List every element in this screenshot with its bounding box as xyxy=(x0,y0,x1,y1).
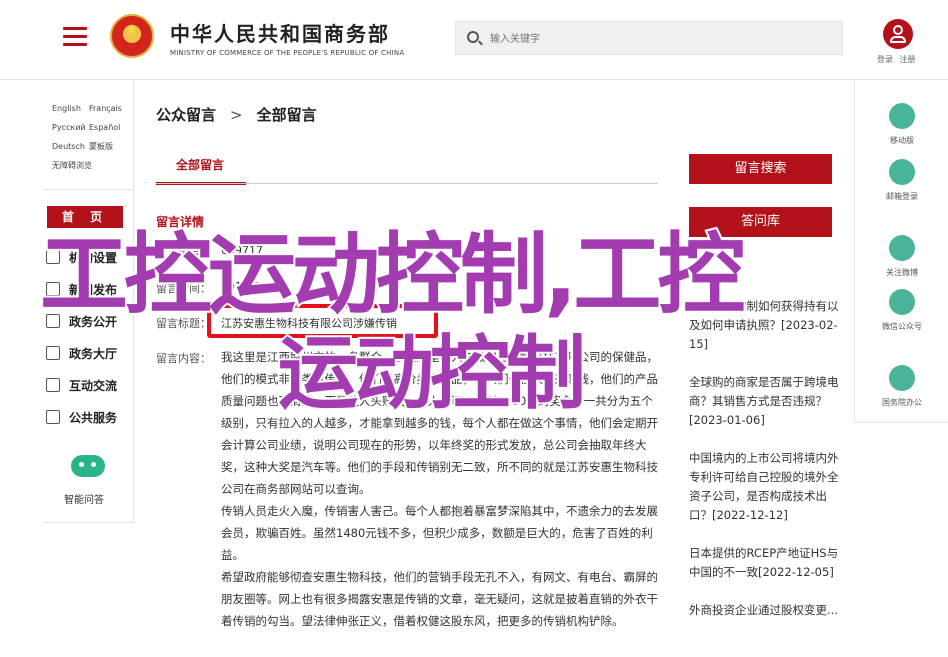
ai-qa-label[interactable]: 智能问答 xyxy=(64,491,104,506)
nav-label: 公共服务 xyxy=(69,410,118,425)
mail-icon xyxy=(889,159,915,185)
nav-label: 政务大厅 xyxy=(69,346,118,361)
lang-mongolian[interactable]: 蒙板版 xyxy=(89,137,126,156)
wechat-icon xyxy=(889,289,915,315)
menu-icon[interactable] xyxy=(63,27,87,47)
accessibility-link[interactable]: 无障碍浏览 xyxy=(52,156,132,175)
tab-divider xyxy=(156,183,658,184)
user-links: 登录 注册 xyxy=(877,54,920,65)
breadcrumb-item[interactable]: 全部留言 xyxy=(257,106,317,124)
wechat-link[interactable]: 微信公众号 xyxy=(882,289,922,332)
lang-french[interactable]: Français xyxy=(89,99,126,118)
far-label: 移动版 xyxy=(890,136,914,145)
right-toolbar: 移动版 邮箱登录 关注微博 微信公众号 国务院办公 xyxy=(854,81,948,423)
divider xyxy=(44,189,134,190)
tab-all-messages[interactable]: 全部留言 xyxy=(156,156,246,185)
chat-icon xyxy=(46,378,60,392)
weibo-link[interactable]: 关注微博 xyxy=(885,235,919,278)
search-input[interactable] xyxy=(490,29,830,49)
nav-label: 互动交流 xyxy=(69,378,118,393)
content-paragraph: 传销人员走火入魔，传销害人害己。每个人都抱着暴富梦深陷其中，不遗余力的去发展会员… xyxy=(221,504,658,562)
search-box[interactable] xyxy=(455,21,843,55)
mail-link[interactable]: 邮箱登录 xyxy=(885,159,919,202)
mobile-icon xyxy=(889,103,915,129)
far-label: 国务院办公 xyxy=(882,398,922,407)
lang-spanish[interactable]: Español xyxy=(89,118,126,137)
login-link[interactable]: 登录 xyxy=(877,55,893,64)
service-icon xyxy=(46,410,60,424)
ministry-name-en: MINISTRY OF COMMERCE OF THE PEOPLE'S REP… xyxy=(170,49,405,57)
watermark-line-2: 运动控制 xyxy=(276,327,588,420)
watermark-line-1: 工控运动控制,工控 xyxy=(38,223,747,326)
mobile-link[interactable]: 移动版 xyxy=(885,103,919,146)
lang-russian[interactable]: Русский xyxy=(52,118,89,137)
ministry-name-cn: 中华人民共和国商务部 xyxy=(170,22,390,46)
nav-item-service[interactable]: 公共服务 xyxy=(46,401,132,433)
search-icon[interactable] xyxy=(467,31,479,43)
faq-list: 工控运动控制如何获得持有以及如何申请执照？[2023-02-15] 全球购的商家… xyxy=(689,297,839,639)
user-icon[interactable] xyxy=(883,19,913,49)
content-paragraph: 希望政府能够彻查安惠生物科技，他们的营销手段无孔不入，有网文、有电台、霸屏的朋友… xyxy=(221,570,658,628)
faq-item[interactable]: 日本提供的RCEP产地证HS与中国的不一致[2022-12-05] xyxy=(689,544,839,582)
hall-icon xyxy=(46,346,60,360)
faq-item[interactable]: 外商投资企业通过股权变更... xyxy=(689,601,839,620)
page: 中华人民共和国商务部 MINISTRY OF COMMERCE OF THE P… xyxy=(0,0,948,657)
far-label: 邮箱登录 xyxy=(886,192,918,201)
national-emblem-icon xyxy=(110,14,154,58)
far-label: 关注微博 xyxy=(886,268,918,277)
lang-german[interactable]: Deutsch xyxy=(52,137,89,156)
weibo-icon xyxy=(889,235,915,261)
faq-item[interactable]: 全球购的商家是否属于跨境电商？其销售方式是否违规？[2023-01-06] xyxy=(689,373,839,430)
message-search-button[interactable]: 留言搜索 xyxy=(689,154,832,184)
at-icon xyxy=(889,365,915,391)
faq-item[interactable]: 中国境内的上市公司将境内外专利许可给自己控股的境外全资子公司，是否构成技术出口？… xyxy=(689,449,839,525)
language-list: English Français Русский Español Deutsch 蒙板… xyxy=(52,99,132,175)
robot-icon[interactable] xyxy=(71,455,105,477)
lang-english[interactable]: English xyxy=(52,99,89,118)
breadcrumb: 公众留言 > 全部留言 xyxy=(156,104,317,125)
nav-item-hall[interactable]: 政务大厅 xyxy=(46,337,132,369)
breadcrumb-item[interactable]: 公众留言 xyxy=(156,106,216,124)
nav-item-interact[interactable]: 互动交流 xyxy=(46,369,132,401)
field-label: 留言内容： xyxy=(156,352,211,365)
state-council-link[interactable]: 国务院办公 xyxy=(882,365,922,408)
chevron-right-icon: > xyxy=(230,106,243,124)
header: 中华人民共和国商务部 MINISTRY OF COMMERCE OF THE P… xyxy=(0,0,948,80)
far-label: 微信公众号 xyxy=(882,322,922,331)
register-link[interactable]: 注册 xyxy=(900,55,916,64)
